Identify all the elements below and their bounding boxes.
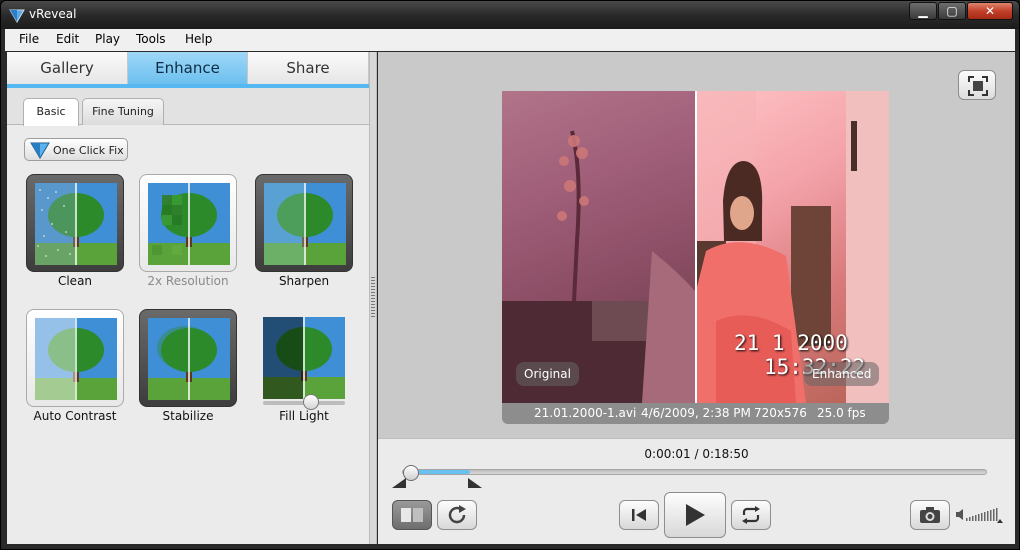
effect-thumb	[26, 174, 124, 272]
original-video-half	[502, 91, 695, 403]
camera-icon	[920, 507, 940, 523]
vreveal-logo-icon	[9, 9, 25, 23]
file-info-bar: 21.01.2000-1.avi 4/6/2009, 2:38 PM 720x5…	[502, 403, 889, 424]
rotate-icon	[448, 505, 466, 524]
tab-enhance[interactable]: Enhance	[128, 52, 248, 84]
effect-clean[interactable]: Clean	[26, 174, 124, 292]
menu-play[interactable]: Play	[95, 32, 120, 46]
effect-label: 2x Resolution	[147, 274, 229, 288]
trim-start-marker-icon[interactable]	[392, 478, 406, 488]
subtab-basic[interactable]: Basic	[23, 98, 79, 126]
loop-button[interactable]	[731, 500, 771, 530]
loop-icon	[742, 506, 760, 524]
maximize-icon: ▢	[946, 4, 958, 18]
file-fps: 25.0 fps	[817, 406, 866, 420]
effect-thumb	[26, 309, 124, 407]
main-tabs: Gallery Enhance Share	[7, 52, 369, 88]
effect-label: Auto Contrast	[33, 409, 117, 423]
seek-bar[interactable]	[402, 465, 987, 482]
effect-2x-resolution[interactable]: 2x Resolution	[139, 174, 237, 292]
tab-gallery[interactable]: Gallery	[7, 52, 128, 84]
panel-splitter[interactable]	[369, 52, 377, 544]
volume-level-icon	[966, 508, 998, 521]
one-click-fix-button[interactable]: One Click Fix	[24, 138, 128, 161]
effect-thumb	[255, 174, 353, 272]
minimize-icon: ▁	[918, 4, 928, 18]
original-scene-image	[502, 130, 695, 403]
effect-thumb	[255, 309, 353, 407]
effect-label: Stabilize	[162, 409, 214, 423]
effect-label: Fill Light	[279, 409, 329, 423]
effect-auto-contrast[interactable]: Auto Contrast	[26, 309, 124, 427]
video-viewer: 21 1 2000 15:32:22 Original Enhanced 21.…	[378, 52, 1015, 438]
enhanced-label: Enhanced	[804, 362, 880, 386]
effect-thumb	[139, 309, 237, 407]
video-frame[interactable]: 21 1 2000 15:32:22 Original Enhanced	[502, 91, 889, 403]
window-title: vReveal	[29, 7, 77, 21]
effect-label: Sharpen	[278, 274, 330, 288]
close-button[interactable]: ✕	[967, 2, 1013, 20]
tree-pixelated-icon	[148, 183, 230, 265]
slider-knob[interactable]	[303, 394, 319, 410]
menu-edit[interactable]: Edit	[56, 32, 79, 46]
effect-stabilize[interactable]: Stabilize	[139, 309, 237, 427]
playback-controls: 0:00:01 / 0:18:50	[378, 438, 1015, 544]
file-resolution: 720x576	[754, 406, 807, 420]
menu-tools[interactable]: Tools	[136, 32, 166, 46]
volume-slider[interactable]	[956, 505, 1006, 525]
tree-stabilize-icon	[148, 318, 230, 400]
timecode: 0:00:01 / 0:18:50	[644, 447, 749, 461]
play-button[interactable]	[664, 492, 726, 538]
file-date: 4/6/2009, 2:38 PM	[641, 406, 751, 420]
sub-tabs: Basic Fine Tuning	[7, 88, 369, 126]
previous-button[interactable]	[619, 500, 659, 530]
tree-contrast-icon	[35, 318, 117, 400]
file-name: 21.01.2000-1.avi	[534, 406, 637, 420]
trim-end-marker-icon[interactable]	[468, 478, 482, 488]
split-view-button[interactable]	[392, 500, 432, 530]
effect-label: Clean	[57, 274, 93, 288]
menu-bar: File Edit Play Tools Help	[5, 29, 1015, 51]
osd-date: 21 1 2000	[734, 331, 848, 355]
maximize-button[interactable]: ▢	[938, 2, 966, 20]
title-bar[interactable]: vReveal ▁ ▢ ✕	[1, 1, 1019, 29]
menu-help[interactable]: Help	[185, 32, 212, 46]
app-window: vReveal ▁ ▢ ✕ File Edit Play Tools Help …	[0, 0, 1020, 550]
menu-file[interactable]: File	[19, 32, 39, 46]
fill-light-slider[interactable]	[263, 394, 345, 410]
rotate-button[interactable]	[437, 500, 477, 530]
skip-back-icon	[632, 509, 646, 521]
play-icon	[686, 504, 705, 526]
split-view-icon	[401, 508, 423, 522]
original-label: Original	[516, 362, 579, 386]
snapshot-button[interactable]	[910, 500, 950, 530]
enhance-panel: Gallery Enhance Share Basic Fine Tuning …	[7, 52, 369, 544]
fullscreen-icon	[968, 76, 988, 96]
vreveal-gem-icon	[30, 142, 50, 159]
volume-handle-icon[interactable]	[997, 519, 1003, 523]
effect-sharpen[interactable]: Sharpen	[255, 174, 353, 292]
close-icon: ✕	[984, 4, 996, 18]
one-click-fix-label: One Click Fix	[53, 144, 124, 157]
tree-noise-icon	[35, 183, 117, 265]
minimize-button[interactable]: ▁	[909, 2, 937, 20]
tab-share[interactable]: Share	[248, 52, 369, 84]
fullscreen-button[interactable]	[958, 70, 996, 100]
seek-track	[402, 469, 987, 475]
speaker-icon	[956, 509, 963, 520]
splitter-grip-icon[interactable]	[371, 277, 375, 317]
tree-fill-light-icon	[263, 317, 345, 399]
tree-blur-icon	[264, 183, 346, 265]
effect-thumb	[139, 174, 237, 272]
subtab-fine-tuning[interactable]: Fine Tuning	[82, 98, 164, 125]
split-divider[interactable]	[695, 91, 697, 403]
